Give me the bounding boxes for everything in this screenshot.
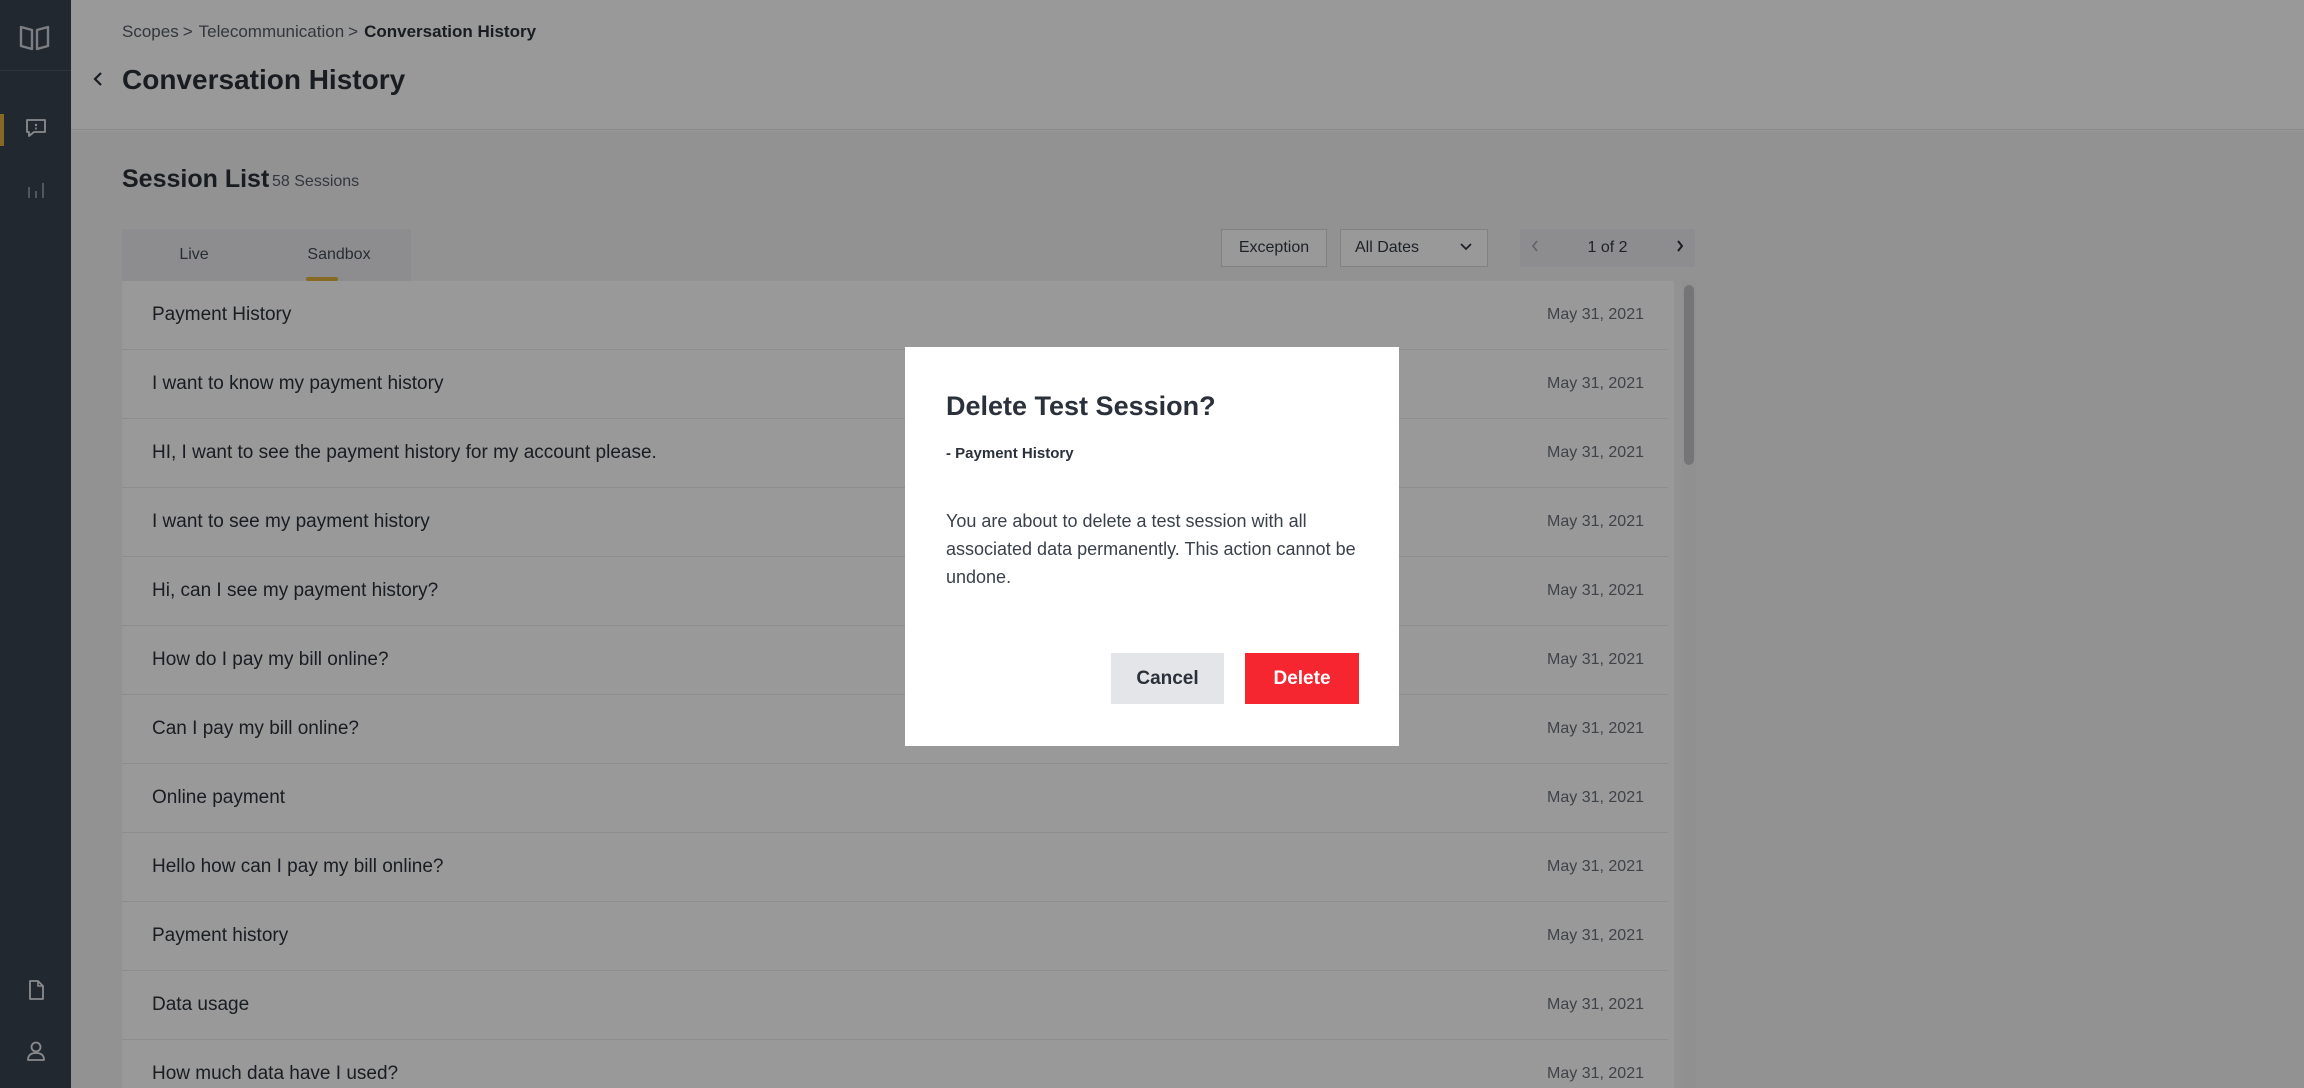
dialog-subtitle: - Payment History (946, 445, 1074, 462)
app-root: Scopes > Telecommunication > Conversation Hi… (0, 0, 2304, 1088)
cancel-button[interactable]: Cancel (1111, 653, 1224, 704)
dialog-title: Delete Test Session? (946, 391, 1216, 421)
delete-button[interactable]: Delete (1245, 653, 1359, 704)
dialog-message: You are about to delete a test session w… (946, 511, 1356, 587)
delete-session-dialog: Delete Test Session? - Payment History Y… (905, 347, 1399, 746)
